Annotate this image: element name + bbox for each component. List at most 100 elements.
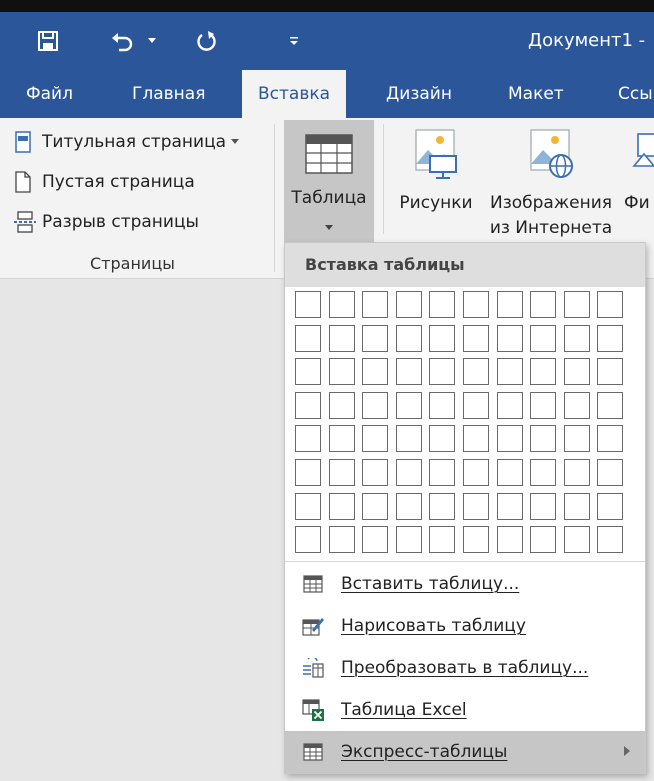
table-grid-cell[interactable] — [496, 526, 523, 554]
table-grid-cell[interactable] — [362, 291, 389, 318]
tab-file[interactable]: Файл — [26, 70, 73, 118]
table-grid-cell[interactable] — [463, 391, 489, 419]
table-grid-cell[interactable] — [530, 492, 557, 520]
convert-to-table-item[interactable]: Преобразовать в таблицу... — [285, 647, 645, 689]
table-grid-cell[interactable] — [563, 459, 590, 486]
table-grid-cell[interactable] — [395, 291, 422, 318]
draw-table-item[interactable]: Нарисовать таблицу — [285, 605, 645, 647]
table-grid-cell[interactable] — [563, 324, 590, 352]
cover-page-button[interactable]: Титульная страница — [14, 127, 240, 157]
table-grid-cell[interactable] — [530, 459, 557, 486]
table-grid-cell[interactable] — [362, 358, 389, 386]
pictures-button[interactable]: Рисунки — [392, 118, 480, 216]
tab-design[interactable]: Дизайн — [386, 70, 452, 118]
table-grid-cell[interactable] — [429, 425, 456, 453]
table-grid-cell[interactable] — [328, 291, 355, 318]
table-grid-cell[interactable] — [328, 526, 355, 554]
table-grid-cell[interactable] — [496, 324, 523, 352]
table-grid-cell[interactable] — [295, 526, 321, 554]
table-grid-cell[interactable] — [530, 425, 557, 453]
table-grid-cell[interactable] — [597, 391, 624, 419]
table-grid-cell[interactable] — [429, 324, 456, 352]
table-grid-cell[interactable] — [496, 291, 523, 318]
table-grid-cell[interactable] — [295, 391, 321, 419]
table-grid-cell[interactable] — [530, 358, 557, 386]
table-grid-cell[interactable] — [563, 526, 590, 554]
table-grid-cell[interactable] — [328, 391, 355, 419]
table-grid-cell[interactable] — [429, 526, 456, 554]
table-grid-cell[interactable] — [563, 291, 590, 318]
table-grid-cell[interactable] — [496, 358, 523, 386]
table-grid-cell[interactable] — [362, 492, 389, 520]
table-grid-cell[interactable] — [563, 425, 590, 453]
table-grid-cell[interactable] — [563, 492, 590, 520]
table-grid-cell[interactable] — [496, 459, 523, 486]
table-grid-cell[interactable] — [429, 492, 456, 520]
save-button[interactable] — [30, 12, 66, 70]
table-grid-cell[interactable] — [328, 459, 355, 486]
table-grid-cell[interactable] — [395, 492, 422, 520]
table-grid-cell[interactable] — [362, 324, 389, 352]
table-grid-cell[interactable] — [395, 459, 422, 486]
table-grid-cell[interactable] — [597, 425, 624, 453]
table-grid-cell[interactable] — [530, 324, 557, 352]
table-grid-cell[interactable] — [295, 492, 321, 520]
tab-home[interactable]: Главная — [132, 70, 205, 118]
table-grid-cell[interactable] — [597, 492, 624, 520]
shapes-button[interactable]: Фи — [624, 118, 654, 216]
table-grid-cell[interactable] — [295, 425, 321, 453]
table-grid-cell[interactable] — [328, 492, 355, 520]
table-grid-cell[interactable] — [295, 459, 321, 486]
table-grid-cell[interactable] — [328, 425, 355, 453]
table-grid-cell[interactable] — [395, 391, 422, 419]
table-grid-cell[interactable] — [395, 358, 422, 386]
table-grid-cell[interactable] — [530, 526, 557, 554]
table-grid-cell[interactable] — [463, 459, 489, 486]
table-grid-cell[interactable] — [328, 324, 355, 352]
undo-dropdown[interactable] — [144, 12, 160, 70]
table-grid-cell[interactable] — [463, 526, 489, 554]
table-grid-cell[interactable] — [463, 324, 489, 352]
table-grid-cell[interactable] — [395, 425, 422, 453]
table-grid-cell[interactable] — [597, 291, 624, 318]
table-grid-cell[interactable] — [597, 459, 624, 486]
table-grid-cell[interactable] — [295, 324, 321, 352]
table-grid-cell[interactable] — [295, 291, 321, 318]
table-grid-cell[interactable] — [496, 492, 523, 520]
table-grid-cell[interactable] — [563, 358, 590, 386]
table-grid-cell[interactable] — [597, 526, 624, 554]
table-grid-cell[interactable] — [530, 291, 557, 318]
table-grid-cell[interactable] — [429, 459, 456, 486]
table-grid-cell[interactable] — [395, 324, 422, 352]
table-grid-cell[interactable] — [362, 425, 389, 453]
blank-page-button[interactable]: Пустая страница — [14, 167, 195, 197]
table-grid-cell[interactable] — [463, 492, 489, 520]
table-grid-cell[interactable] — [463, 358, 489, 386]
excel-table-item[interactable]: Таблица Excel — [285, 689, 645, 731]
table-grid-cell[interactable] — [530, 391, 557, 419]
online-pictures-button[interactable]: Изображения из Интернета — [483, 118, 619, 241]
table-grid-cell[interactable] — [362, 391, 389, 419]
table-grid-cell[interactable] — [328, 358, 355, 386]
table-grid-cell[interactable] — [463, 425, 489, 453]
quick-tables-item[interactable]: Экспресс-таблицы — [285, 731, 645, 773]
customize-quick-access-button[interactable] — [282, 12, 306, 70]
table-grid-cell[interactable] — [362, 459, 389, 486]
table-grid-cell[interactable] — [429, 358, 456, 386]
tab-insert[interactable]: Вставка — [242, 70, 347, 120]
table-grid-cell[interactable] — [597, 324, 624, 352]
table-grid-cell[interactable] — [496, 391, 523, 419]
table-grid-cell[interactable] — [597, 358, 624, 386]
undo-button[interactable] — [104, 12, 140, 70]
insert-table-item[interactable]: Вставить таблицу... — [285, 563, 645, 605]
table-grid-cell[interactable] — [463, 291, 489, 318]
tab-layout[interactable]: Макет — [508, 70, 564, 118]
page-break-button[interactable]: Разрыв страницы — [14, 207, 199, 237]
table-grid-cell[interactable] — [395, 526, 422, 554]
table-grid-cell[interactable] — [429, 391, 456, 419]
table-grid-cell[interactable] — [295, 358, 321, 386]
table-grid-cell[interactable] — [563, 391, 590, 419]
table-grid-cell[interactable] — [496, 425, 523, 453]
repeat-button[interactable] — [188, 12, 224, 70]
table-grid-cell[interactable] — [362, 526, 389, 554]
